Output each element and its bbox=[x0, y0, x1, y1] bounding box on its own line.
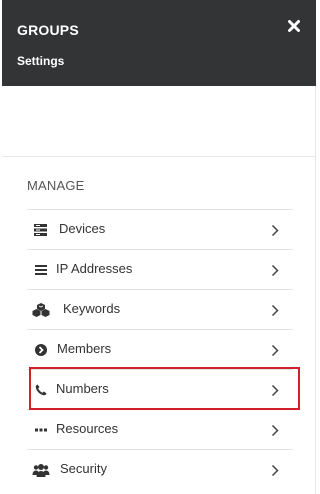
menu-item-label: Numbers bbox=[56, 381, 109, 396]
chevron-right-icon bbox=[271, 344, 279, 357]
menu-item-resources[interactable]: Resources bbox=[27, 409, 293, 449]
chevron-right-icon bbox=[271, 264, 279, 277]
ellipsis-icon bbox=[34, 423, 48, 437]
settings-panel: GROUPS Settings MANAGE Devices IP Addres… bbox=[0, 0, 316, 494]
server-icon bbox=[34, 223, 48, 237]
manage-menu: Devices IP Addresses Keywords Members Nu… bbox=[27, 209, 293, 489]
panel-header: GROUPS Settings bbox=[2, 0, 316, 86]
chevron-right-icon bbox=[271, 304, 279, 317]
menu-item-label: Members bbox=[57, 341, 112, 356]
close-icon[interactable] bbox=[286, 18, 302, 34]
menu-item-label: Resources bbox=[56, 421, 119, 436]
chevron-right-icon bbox=[271, 424, 279, 437]
cubes-icon bbox=[32, 303, 50, 317]
divider bbox=[2, 156, 316, 157]
menu-item-devices[interactable]: Devices bbox=[27, 209, 293, 249]
chevron-right-icon bbox=[271, 224, 279, 237]
menu-item-label: Keywords bbox=[63, 301, 121, 316]
manage-section-label: MANAGE bbox=[27, 178, 85, 193]
menu-item-label: IP Addresses bbox=[56, 261, 133, 276]
menu-item-numbers[interactable]: Numbers bbox=[27, 369, 293, 409]
menu-item-keywords[interactable]: Keywords bbox=[27, 289, 293, 329]
menu-item-members[interactable]: Members bbox=[27, 329, 293, 369]
menu-item-security[interactable]: Security bbox=[27, 449, 293, 489]
panel-subtitle: Settings bbox=[17, 54, 65, 68]
arrow-circle-icon bbox=[34, 343, 48, 357]
menu-item-label: Devices bbox=[59, 221, 106, 236]
users-icon bbox=[32, 463, 50, 477]
menu-item-ip-addresses[interactable]: IP Addresses bbox=[27, 249, 293, 289]
chevron-right-icon bbox=[271, 464, 279, 477]
phone-icon bbox=[34, 383, 48, 397]
list-icon bbox=[34, 263, 48, 277]
menu-item-label: Security bbox=[60, 461, 107, 476]
chevron-right-icon bbox=[271, 384, 279, 397]
panel-title: GROUPS bbox=[17, 22, 79, 38]
